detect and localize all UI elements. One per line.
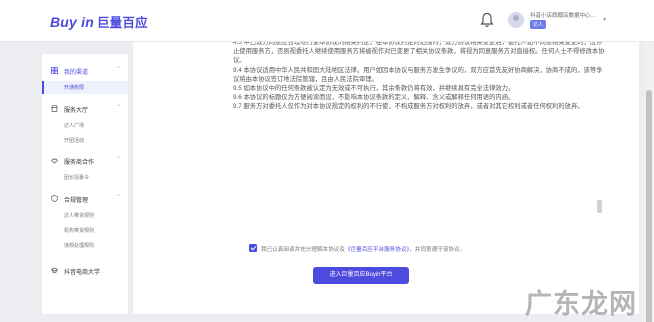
- sidebar-item-violation-rules[interactable]: 违规处理规则: [42, 239, 128, 252]
- handshake-icon: [51, 158, 58, 164]
- sidebar-group-label: 合规管理: [64, 198, 89, 204]
- sidebar: 我的渠道 ⌃ 开通权限 服务大厅 ⌃ 达人广场 开团活动 服务商合作 ⌃ 团长招…: [42, 54, 128, 314]
- grid-icon: [51, 67, 58, 74]
- sidebar-item-university[interactable]: 抖音电商大学: [42, 264, 128, 278]
- consent-suffix: ，并同意遵守该协议。: [409, 246, 466, 253]
- sidebar-item-label: 开通权限: [64, 85, 85, 91]
- sidebar-group-label: 服务大厅: [64, 108, 89, 114]
- sidebar-item-open-permission[interactable]: 开通权限: [42, 81, 128, 94]
- agreement-link[interactable]: 《巨量百应平台服务协议》: [345, 247, 409, 253]
- consent-text: 我已认真阅读并充分理解本协议及《巨量百应平台服务协议》，并同意遵守该协议。: [261, 245, 465, 253]
- avatar: [508, 12, 524, 28]
- sidebar-item-creator-rules[interactable]: 达人带货规则: [42, 209, 128, 222]
- agreement-paragraph: 4.5 甲乙双方同意应合理地行使本协议的相关约定，在本协议约定的范围内，双方协议…: [233, 42, 605, 65]
- chevron-down-icon: ▾: [603, 17, 607, 23]
- logo-cn-text: 巨量百应: [96, 16, 148, 30]
- sidebar-item-label: 达人带货规则: [64, 213, 95, 219]
- chevron-up-icon: ⌃: [116, 195, 122, 201]
- sidebar-item-group-activity[interactable]: 开团活动: [42, 134, 128, 147]
- graduation-icon: [51, 267, 58, 274]
- consent-checkbox[interactable]: [249, 244, 257, 252]
- logo-text: Buy in: [50, 14, 94, 30]
- sidebar-item-creator-plaza[interactable]: 达人广场: [42, 119, 128, 132]
- top-bar: Buy in 巨量百应 抖音小店旗舰店数据中心... 达人 ▾: [0, 0, 654, 42]
- agreement-paragraph: 9.5 如本协议中的任何条款被认定为无效或不可执行，其余条款仍将有效，并继续具有…: [233, 85, 515, 93]
- chevron-up-icon: ⌃: [116, 67, 122, 73]
- page-scrollbar[interactable]: [644, 42, 654, 322]
- shield-icon: [51, 195, 58, 202]
- sidebar-item-my-channel[interactable]: 我的渠道 ⌃: [42, 64, 128, 78]
- scrollbar-thumb[interactable]: [597, 200, 602, 213]
- sidebar-item-label: 开团活动: [64, 138, 85, 144]
- sidebar-item-partner[interactable]: 服务商合作 ⌃: [42, 154, 128, 168]
- enter-platform-button[interactable]: 进入巨量百应Buyin平台: [313, 267, 409, 284]
- sidebar-item-leader-recruit[interactable]: 团长招募令: [42, 171, 128, 184]
- agreement-paragraph: 9.6 本协议的标题仅为方便阅读而设，不影响本协议条款的定义、解释、含义或解释任…: [233, 94, 515, 102]
- store-icon: [51, 105, 58, 112]
- agreement-text[interactable]: 4.5 甲乙双方同意应合理地行使本协议的相关约定，在本协议约定的范围内，双方协议…: [233, 42, 606, 222]
- sidebar-item-label: 团长招募令: [64, 175, 90, 181]
- sidebar-group-label: 我的渠道: [64, 70, 89, 76]
- consent-prefix: 我已认真阅读并充分理解本协议及: [261, 246, 345, 253]
- agreement-paragraph: 9.7 服务方对委托人仅作为对本协议规定的权利的不行使，不构成服务方对权利的放弃…: [233, 103, 584, 111]
- sidebar-item-label: 机构带货规则: [64, 228, 95, 234]
- scrollbar-thumb[interactable]: [646, 90, 652, 322]
- app-logo[interactable]: Buy in 巨量百应: [50, 12, 148, 31]
- sidebar-item-label: 违规处理规则: [64, 243, 95, 249]
- sidebar-group-label: 服务商合作: [64, 160, 95, 166]
- sidebar-item-compliance[interactable]: 合规管理 ⌃: [42, 192, 128, 206]
- sidebar-group-label: 抖音电商大学: [64, 270, 101, 276]
- consent-row: 我已认真阅读并充分理解本协议及《巨量百应平台服务协议》，并同意遵守该协议。: [249, 243, 609, 255]
- user-role-badge: 达人: [530, 20, 547, 29]
- sidebar-item-label: 达人广场: [64, 123, 85, 129]
- agreement-panel: 4.5 甲乙双方同意应合理地行使本协议的相关约定，在本协议约定的范围内，双方协议…: [133, 42, 639, 314]
- user-menu[interactable]: 抖音小店旗舰店数据中心... 达人 ▾: [508, 9, 606, 33]
- sidebar-item-agency-rules[interactable]: 机构带货规则: [42, 224, 128, 237]
- user-name: 抖音小店旗舰店数据中心...: [530, 13, 596, 19]
- agreement-scrollbar[interactable]: [597, 42, 602, 222]
- watermark: 广东龙网: [525, 289, 637, 320]
- agreement-paragraph: 9.4 本协议适用中华人民共和国大陆地区法律。用户如因本协议与服务方发生争议的，…: [233, 66, 603, 83]
- bell-icon[interactable]: [480, 12, 494, 28]
- chevron-up-icon: ⌃: [116, 157, 122, 163]
- sidebar-item-service-hall[interactable]: 服务大厅 ⌃: [42, 102, 128, 116]
- chevron-up-icon: ⌃: [116, 105, 122, 111]
